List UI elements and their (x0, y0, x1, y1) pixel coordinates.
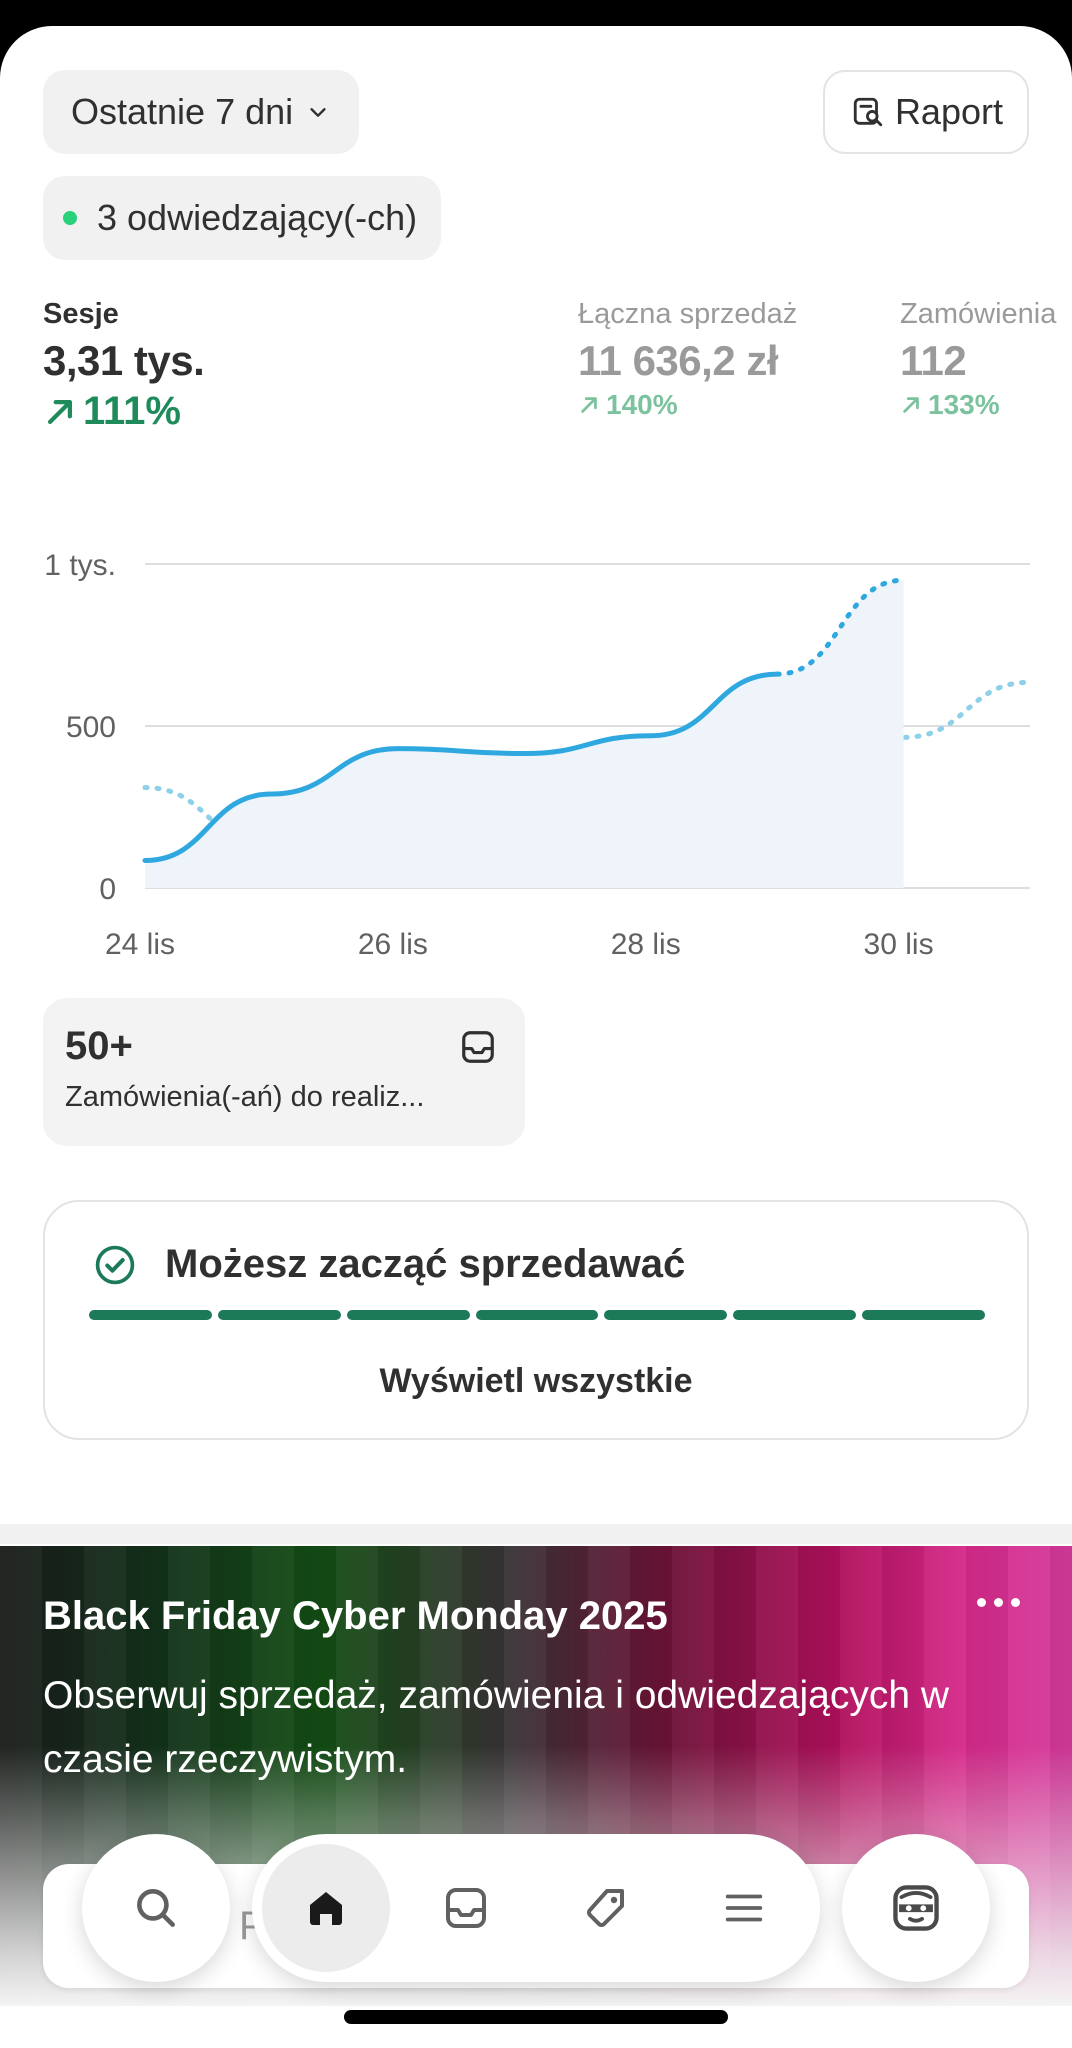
more-options-icon[interactable] (977, 1598, 1020, 1607)
setup-progress-bar (89, 1310, 986, 1320)
arrow-up-right-icon (47, 399, 73, 424)
tag-icon (587, 1889, 624, 1927)
series-current-area (145, 580, 904, 888)
chevron-down-icon (310, 108, 326, 117)
inbox-icon (462, 1031, 494, 1063)
setup-guide-card: Możesz zacząć sprzedawać Wyświetl wszyst… (43, 1200, 1029, 1440)
arrow-up-right-icon (581, 397, 597, 413)
orders-to-fulfill-card[interactable]: 50+ Zamówienia(-ań) do realiz... (43, 998, 525, 1146)
metric-value: 112 (900, 337, 967, 384)
report-button[interactable]: Raport (822, 70, 1029, 154)
menu-icon (725, 1894, 763, 1922)
x-tick-label: 30 lis (864, 928, 934, 961)
orders-count: 50+ (65, 1024, 133, 1068)
y-tick-label: 0 (99, 873, 116, 906)
avatar-icon (893, 1885, 939, 1931)
metric-value: 3,31 tys. (43, 337, 205, 384)
nav-search[interactable] (82, 1834, 230, 1982)
visitors-label: 3 odwiedzający(-ch) (97, 197, 418, 238)
progress-segment (475, 1310, 599, 1320)
y-tick-label: 1 tys. (44, 549, 116, 582)
metric-delta: 111% (43, 389, 204, 434)
main-sheet: Ostatnie 7 dni Raport 3 odwiedzający(-ch… (0, 26, 1072, 2048)
date-range-label: Ostatnie 7 dni (71, 91, 294, 132)
arrow-up-right-icon (903, 397, 919, 413)
view-all-button[interactable]: Wyświetl wszystkie (45, 1362, 1027, 1401)
progress-segment (733, 1310, 857, 1320)
metric-sessions[interactable]: Sesje 3,31 tys. 111% (43, 298, 205, 434)
banner-description: Obserwuj sprzedaż, zamówienia i odwiedza… (43, 1674, 950, 1781)
home-indicator (344, 2010, 728, 2024)
progress-segment (604, 1310, 728, 1320)
sessions-chart: 0 500 1 tys. 24 lis 26 lis 28 lis 30 lis (44, 549, 1033, 961)
x-tick-label: 26 lis (358, 928, 428, 961)
metric-label: Sesje (43, 298, 119, 330)
nav-pill (252, 1834, 820, 1982)
nav-store-avatar[interactable] (842, 1834, 990, 1982)
date-range-selector[interactable]: Ostatnie 7 dni (43, 70, 360, 154)
search-icon (137, 1889, 175, 1927)
metric-value: 11 636,2 zł (578, 337, 779, 384)
nav-home[interactable] (262, 1844, 390, 1972)
report-label: Raport (894, 91, 1003, 132)
nav-products[interactable] (542, 1844, 670, 1972)
live-dot-icon (63, 211, 77, 225)
metric-delta-value: 140% (606, 389, 678, 420)
metric-delta: 140% (578, 389, 797, 421)
inbox-icon (446, 1888, 486, 1928)
nav-menu[interactable] (680, 1844, 808, 1972)
x-tick-label: 28 lis (611, 928, 681, 961)
progress-segment (217, 1310, 341, 1320)
progress-segment (346, 1310, 470, 1320)
live-visitors-badge[interactable]: 3 odwiedzający(-ch) (43, 176, 442, 260)
progress-segment (89, 1310, 212, 1320)
metric-label: Zamówienia (900, 298, 1057, 330)
banner-title: Black Friday Cyber Monday 2025 (43, 1594, 668, 1638)
x-tick-label: 24 lis (105, 928, 175, 961)
orders-label: Zamówienia(-ań) do realiz... (65, 1081, 425, 1113)
metric-delta: 133% (900, 389, 1056, 421)
y-tick-label: 500 (66, 711, 116, 744)
progress-segment (862, 1310, 986, 1320)
section-divider (0, 1524, 1072, 1544)
metric-orders[interactable]: Zamówienia 112 133% (900, 298, 1056, 421)
metric-delta-value: 133% (928, 389, 1000, 420)
check-circle-icon (95, 1245, 135, 1284)
metric-delta-value: 111% (83, 389, 181, 433)
setup-header: Możesz zacząć sprzedawać (93, 1242, 685, 1287)
home-icon (310, 1892, 342, 1925)
bottom-navigation (0, 1832, 1072, 1992)
setup-title: Możesz zacząć sprzedawać (165, 1242, 686, 1286)
metric-sales[interactable]: Łączna sprzedaż 11 636,2 zł 140% (578, 298, 797, 421)
nav-orders[interactable] (402, 1844, 530, 1972)
metric-label: Łączna sprzedaż (578, 298, 798, 330)
report-icon (853, 97, 883, 127)
